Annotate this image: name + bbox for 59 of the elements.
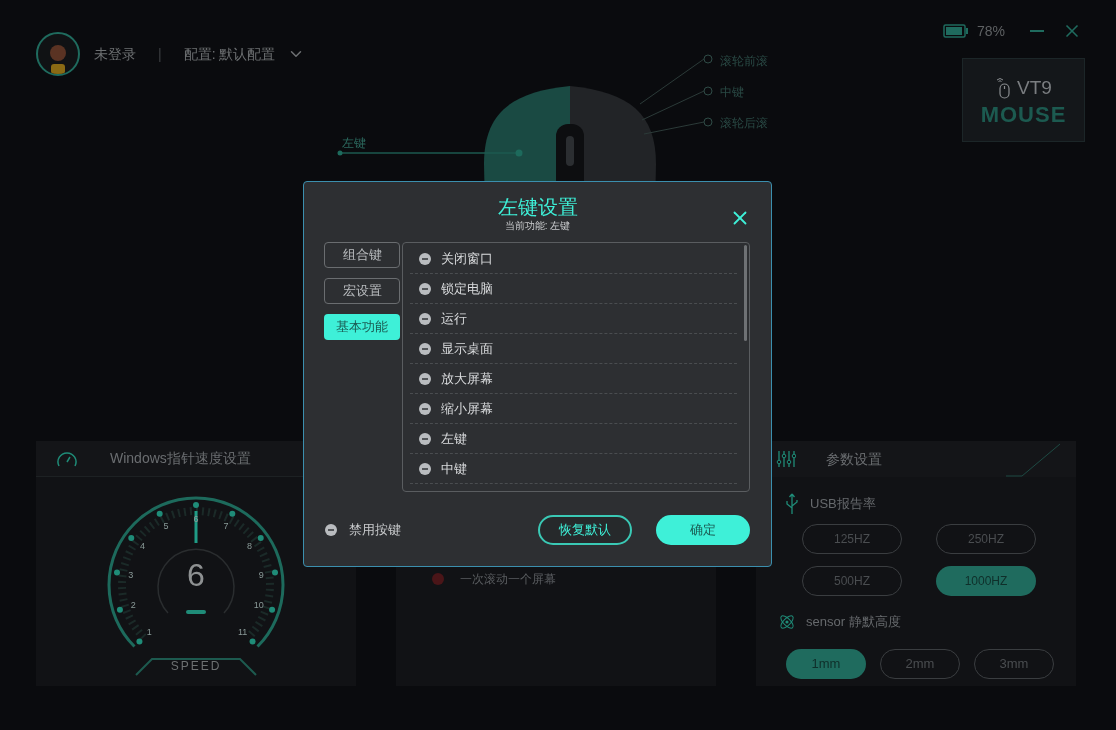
sensor-height-label: sensor 静默高度 [806, 613, 901, 631]
minus-circle-icon [419, 252, 431, 265]
dial-label: 4 [139, 542, 147, 552]
panel-title: 参数设置 [826, 449, 882, 469]
function-item[interactable]: 缩小屏幕 [410, 394, 737, 424]
dial-label: 7 [222, 522, 230, 532]
dial-label: 11 [237, 627, 249, 637]
minus-circle-icon [325, 524, 337, 536]
dialog-tab[interactable]: 组合键 [324, 242, 400, 268]
usb-icon [784, 493, 800, 515]
dial-label: 8 [245, 542, 253, 552]
function-item[interactable]: 左键 [410, 424, 737, 454]
dialog-title: 左键设置 [497, 195, 578, 220]
dial-label: 3 [127, 570, 135, 580]
battery-percent: 78% [976, 21, 1005, 41]
minus-circle-icon [419, 282, 431, 295]
dial-label: 6 [192, 515, 200, 524]
separator: | [157, 44, 163, 64]
function-item[interactable]: 锁定电脑 [410, 274, 737, 304]
usb-rate-label: USB报告率 [810, 495, 876, 514]
dial-label: 1 [145, 627, 153, 637]
mouse-button-label[interactable]: 左键 [342, 134, 366, 152]
speed-value: 6 [186, 559, 206, 591]
minus-circle-icon [419, 462, 431, 475]
device-model: VT9 [1017, 75, 1052, 100]
wireless-mouse-icon [995, 77, 1012, 99]
dial-label: 5 [162, 522, 170, 532]
dialog-tab[interactable]: 基本功能 [324, 314, 400, 340]
scrollbar-thumb[interactable] [744, 245, 747, 341]
function-item[interactable]: 运行 [410, 304, 737, 334]
header-decoration-line [1006, 443, 1062, 477]
dial-label: 9 [257, 570, 265, 580]
minus-circle-icon [419, 372, 431, 385]
avatar[interactable] [36, 32, 80, 76]
person-icon [47, 44, 69, 74]
minus-circle-icon [419, 402, 431, 415]
atom-icon [778, 612, 796, 631]
minus-circle-icon [419, 342, 431, 355]
dial-label: 10 [252, 601, 265, 611]
restore-default-button[interactable]: 恢复默认 [538, 515, 632, 545]
sliders-icon [776, 450, 796, 468]
device-brand: MOUSE [980, 104, 1067, 127]
disable-key-label[interactable]: 禁用按键 [349, 520, 401, 540]
panel-title: Windows指针速度设置 [110, 449, 251, 468]
battery-icon [942, 24, 969, 38]
minus-circle-icon [419, 312, 431, 325]
dialog-tab[interactable]: 宏设置 [324, 278, 400, 304]
dial-label: 2 [129, 601, 137, 611]
dialog-subtitle: 当前功能: 左键 [504, 220, 571, 232]
confirm-button[interactable]: 确定 [656, 515, 750, 545]
function-item[interactable]: 显示桌面 [410, 334, 737, 364]
login-status[interactable]: 未登录 [94, 43, 136, 65]
function-item[interactable]: 放大屏幕 [410, 364, 737, 394]
speedometer-icon [56, 449, 78, 468]
function-item[interactable]: 关闭窗口 [410, 244, 737, 274]
speed-caption: SPEED [169, 660, 223, 672]
profile-dropdown[interactable]: 配置: 默认配置 [183, 43, 306, 65]
function-item[interactable]: 中键 [410, 454, 737, 484]
minus-circle-icon [419, 432, 431, 445]
